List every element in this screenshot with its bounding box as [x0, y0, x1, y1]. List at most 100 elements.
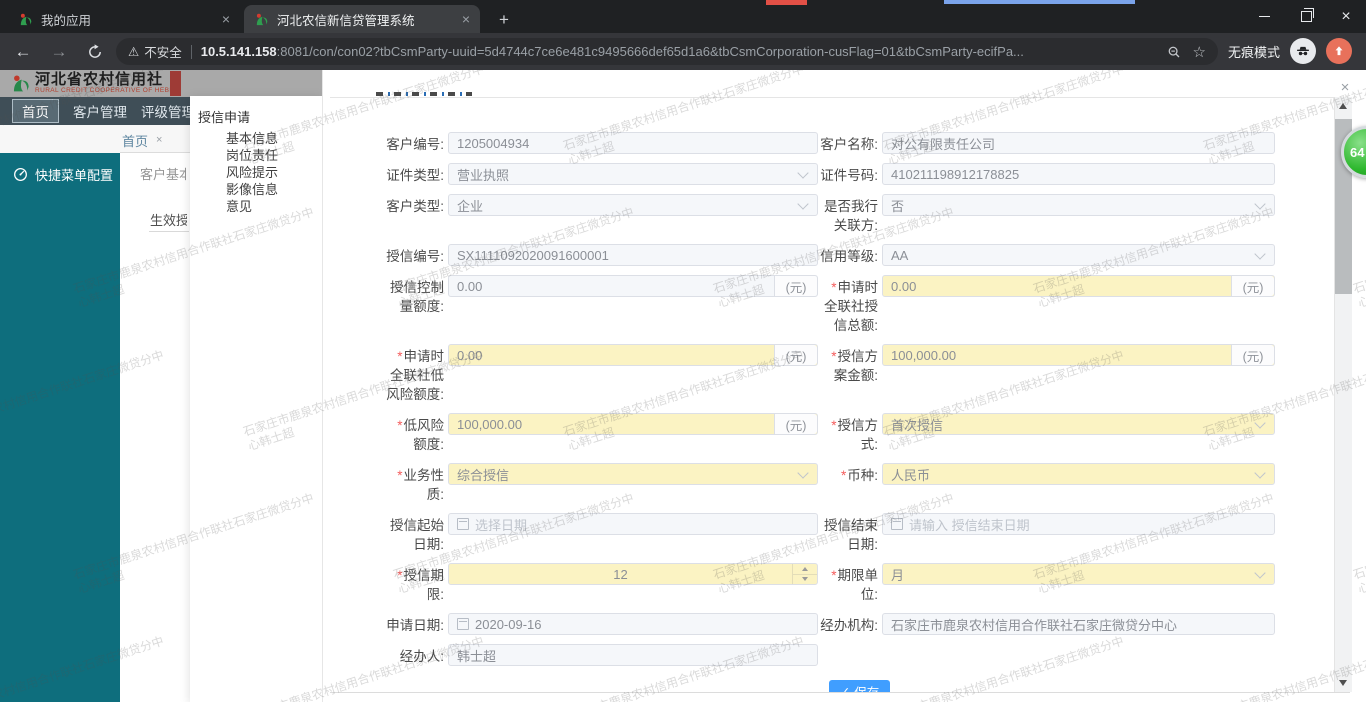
field-label-credit-plan-amount: *授信方 案金额: [831, 349, 878, 383]
dialog-scrollbar[interactable] [1334, 97, 1352, 692]
field-label-customer-type: 客户类型: [386, 199, 444, 214]
field-credit-plan-amount[interactable]: 100,000.00 (元) [882, 344, 1275, 366]
tab-close-icon[interactable]: × [222, 11, 230, 27]
window-restore-button[interactable] [1286, 0, 1326, 33]
calendar-icon [457, 518, 469, 530]
browser-update-button[interactable] [1326, 38, 1352, 64]
field-credit-start-date[interactable]: 选择日期 [448, 513, 818, 535]
field-label-credit-term: *授信期 限: [397, 568, 444, 602]
field-value: 0.00 [457, 347, 483, 363]
field-apply-union-low-risk-quota[interactable]: 0.00 (元) [448, 344, 818, 366]
required-asterisk: * [831, 349, 837, 364]
unit-suffix: (元) [774, 414, 817, 434]
number-stepper[interactable] [792, 564, 817, 584]
field-value: AA [891, 247, 909, 263]
field-customer-name[interactable]: 对公有限责任公司 [882, 132, 1275, 154]
content-tab-home[interactable]: 首页 × [122, 128, 162, 152]
field-business-nature[interactable]: 综合授信 [448, 463, 818, 485]
forward-button[interactable]: → [44, 33, 74, 70]
form-row: 授信编号: SX1111092020091600001 信用等级: AA [384, 244, 1334, 266]
field-apply-union-total-credit[interactable]: 0.00 (元) [882, 275, 1275, 297]
field-value: 100,000.00 [457, 416, 523, 432]
required-asterisk: * [840, 468, 847, 483]
calendar-icon [891, 518, 903, 530]
chevron-down-icon [1254, 416, 1266, 429]
menu-item-opinion[interactable]: 意见 [226, 198, 322, 215]
field-credit-control-quota[interactable]: 0.00 (元) [448, 275, 818, 297]
chevron-down-icon [797, 197, 809, 210]
required-asterisk: * [831, 568, 837, 583]
form-row: 申请日期: 2020-09-16 经办机构: 石家庄市鹿泉农村信用合作联社石家庄微贷分… [384, 613, 1334, 635]
reload-button[interactable] [80, 33, 110, 70]
field-cert-type[interactable]: 营业执照 [448, 163, 818, 185]
bookmark-star-icon[interactable]: ☆ [1193, 43, 1206, 61]
field-value: 企业 [457, 198, 484, 214]
menu-item-image-info[interactable]: 影像信息 [226, 181, 322, 198]
app-logo: 河北省农村信用社 RURAL CREDIT COOPERATIVE OF HEB… [10, 71, 177, 94]
chevron-down-icon [1254, 466, 1266, 479]
window-close-button[interactable]: × [1326, 0, 1366, 33]
field-credit-mode[interactable]: 首次授信 [882, 413, 1275, 435]
save-button[interactable]: ✓保存 [828, 680, 891, 692]
nav-item-0[interactable]: 首页 [12, 99, 59, 123]
field-credit-end-date[interactable]: 请输入 授信结束日期 [882, 513, 1275, 535]
field-value: 对公有限责任公司 [891, 136, 996, 152]
url-path: :8081/con/con02?tbCsmParty-uuid=5d4744c7… [276, 44, 1024, 59]
field-is-bank-related[interactable]: 否 [882, 194, 1275, 216]
field-cert-number[interactable]: 410211198912178825 [882, 163, 1275, 185]
tab-close-icon[interactable]: × [462, 11, 470, 27]
content-tab-close-icon[interactable]: × [156, 134, 162, 146]
new-tab-button[interactable]: + [492, 8, 516, 32]
field-placeholder: 请输入 授信结束日期 [909, 517, 1030, 533]
back-button[interactable]: ← [8, 33, 38, 70]
address-bar[interactable]: ⚠ 不安全 10.5.141.158 :8081/con/con02?tbCsm… [116, 38, 1218, 65]
field-label-cert-number: 证件号码: [820, 168, 878, 183]
menu-title[interactable]: 授信申请 [198, 107, 322, 126]
field-handler[interactable]: 韩士超 [448, 644, 818, 666]
field-term-unit[interactable]: 月 [882, 563, 1275, 585]
field-credit-rating[interactable]: AA [882, 244, 1275, 266]
field-credit-term[interactable]: 12 [448, 563, 818, 585]
app-title: 河北省农村信用社 [35, 71, 164, 88]
field-label-is-bank-related: 是否我行 关联方: [824, 199, 878, 233]
nav-item-1[interactable]: 客户管理 [73, 101, 127, 121]
menu-item-risk-tips[interactable]: 风险提示 [226, 164, 322, 181]
app-subtitle: RURAL CREDIT COOPERATIVE OF HEBEI [35, 87, 177, 94]
dialog-bottom-border [330, 692, 1350, 693]
zoom-page-icon[interactable] [1167, 45, 1181, 59]
security-chip[interactable]: ⚠ 不安全 [128, 42, 182, 61]
field-label-credit-number: 授信编号: [386, 249, 444, 264]
site-favicon [20, 13, 32, 25]
menu-item-basic-info[interactable]: 基本信息 [226, 130, 322, 147]
form-row: 客户编号: 1205004934 客户名称: 对公有限责任公司 [384, 132, 1334, 154]
field-currency[interactable]: 人民币 [882, 463, 1275, 485]
form-row: 客户类型: 企业 是否我行 关联方: 否 [384, 194, 1334, 235]
dialog-close-icon[interactable]: × [1337, 80, 1353, 96]
scrollbar-up-arrow[interactable] [1339, 103, 1347, 109]
content-tab-label: 首页 [122, 133, 149, 149]
field-label-credit-rating: 信用等级: [820, 249, 878, 264]
warning-icon: ⚠ [128, 45, 140, 59]
field-value: 营业执照 [457, 167, 510, 183]
window-minimize-button[interactable] [1244, 0, 1284, 33]
field-value: 0.00 [457, 278, 483, 294]
field-low-risk-quota[interactable]: 100,000.00 (元) [448, 413, 818, 435]
field-customer-type[interactable]: 企业 [448, 194, 818, 216]
form-actions: ✓保存 [414, 680, 1305, 692]
field-apply-date[interactable]: 2020-09-16 [448, 613, 818, 635]
nav-item-2[interactable]: 评级管理 [141, 101, 195, 121]
scrollbar-down-arrow[interactable] [1339, 680, 1347, 686]
required-asterisk: * [831, 280, 837, 295]
menu-item-post-duty[interactable]: 岗位责任 [226, 147, 322, 164]
field-label-credit-end-date: 授信结束 日期: [824, 518, 878, 552]
field-value: 石家庄市鹿泉农村信用合作联社石家庄微贷分中心 [891, 617, 1178, 633]
sidebar-item-quick-menu[interactable]: 快捷菜单配置 [0, 153, 120, 184]
incognito-badge-icon[interactable] [1290, 38, 1316, 64]
field-handling-org[interactable]: 石家庄市鹿泉农村信用合作联社石家庄微贷分中心 [882, 613, 1275, 635]
security-label: 不安全 [144, 46, 182, 60]
field-value: 首次授信 [891, 417, 944, 433]
field-credit-number[interactable]: SX1111092020091600001 [448, 244, 818, 266]
browser-tab-credit-system[interactable]: 河北农信新信贷管理系统 × [244, 5, 480, 33]
browser-tab-my-apps[interactable]: 我的应用 × [8, 5, 240, 33]
field-customer-number[interactable]: 1205004934 [448, 132, 818, 154]
